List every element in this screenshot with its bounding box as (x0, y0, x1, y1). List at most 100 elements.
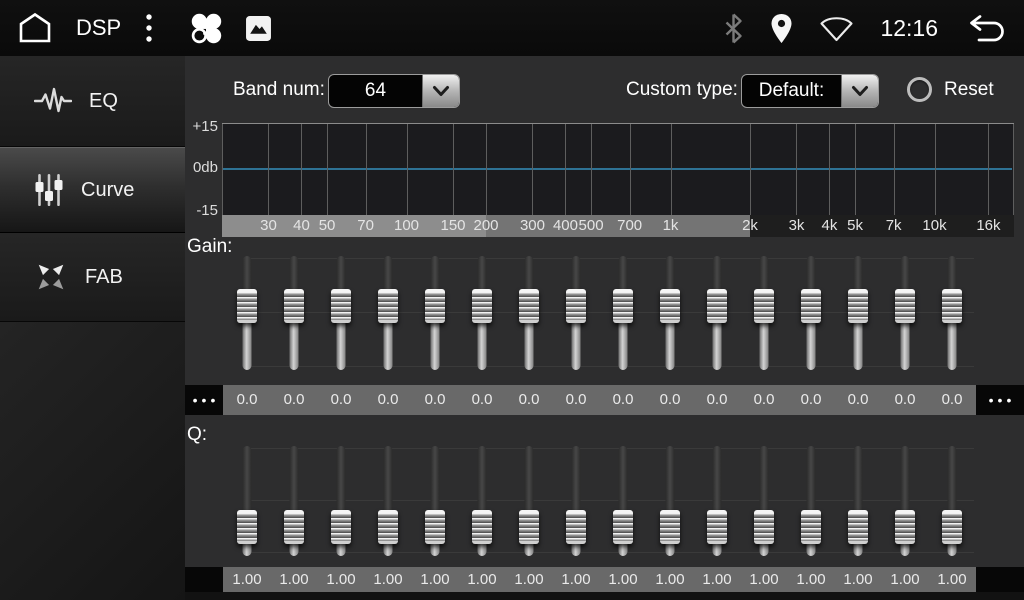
freq-tick-label: 1k (663, 215, 679, 237)
gain-slider-thumb[interactable] (754, 289, 774, 323)
q-slider[interactable] (846, 444, 870, 558)
gain-slider-thumb[interactable] (425, 289, 445, 323)
home-icon[interactable] (14, 10, 56, 46)
q-slider-thumb[interactable] (848, 510, 868, 544)
q-slider[interactable] (611, 444, 635, 558)
sidebar-item-curve[interactable]: Curve (0, 147, 185, 233)
gain-slider[interactable] (517, 254, 541, 372)
gain-slider-thumb[interactable] (707, 289, 727, 323)
gain-value: 0.0 (378, 385, 399, 415)
q-slider[interactable] (658, 444, 682, 558)
reset-radio[interactable] (907, 77, 932, 102)
gain-slider[interactable] (893, 254, 917, 372)
freq-tick-label: 150 (441, 215, 466, 237)
gallery-icon[interactable] (245, 15, 272, 42)
back-icon[interactable] (964, 11, 1010, 45)
gain-slider-thumb[interactable] (566, 289, 586, 323)
gain-slider-thumb[interactable] (895, 289, 915, 323)
y-tick-plus15: +15 (185, 118, 218, 135)
gain-scroll-left-button[interactable]: ••• (185, 385, 223, 415)
q-slider[interactable] (470, 444, 494, 558)
q-slider[interactable] (940, 444, 964, 558)
gain-slider-thumb[interactable] (660, 289, 680, 323)
q-slider-thumb[interactable] (519, 510, 539, 544)
gain-slider[interactable] (846, 254, 870, 372)
q-slider-thumb[interactable] (613, 510, 633, 544)
gain-slider-thumb[interactable] (613, 289, 633, 323)
q-slider-thumb[interactable] (801, 510, 821, 544)
freq-tick-label: 400 (553, 215, 578, 237)
gain-slider-thumb[interactable] (801, 289, 821, 323)
freq-tick-label: 7k (886, 215, 902, 237)
q-slider[interactable] (799, 444, 823, 558)
gain-scroll-right-button[interactable]: ••• (976, 385, 1024, 415)
band-num-dropdown[interactable]: 64 (328, 74, 460, 108)
q-slider[interactable] (564, 444, 588, 558)
gain-slider[interactable] (235, 254, 259, 372)
gain-slider-thumb[interactable] (942, 289, 962, 323)
overflow-menu-icon[interactable] (145, 13, 153, 43)
q-scroll-left-button[interactable] (185, 567, 223, 592)
chevron-down-icon[interactable] (422, 75, 459, 107)
gain-slider[interactable] (282, 254, 306, 372)
apps-clover-icon[interactable] (187, 9, 225, 47)
gain-slider-thumb[interactable] (331, 289, 351, 323)
sidebar-item-fab[interactable]: FAB (0, 233, 185, 322)
gain-slider-thumb[interactable] (378, 289, 398, 323)
q-value: 1.00 (467, 567, 496, 592)
gain-slider-thumb[interactable] (284, 289, 304, 323)
q-slider-thumb[interactable] (566, 510, 586, 544)
freq-tick-label: 4k (822, 215, 838, 237)
gain-slider[interactable] (470, 254, 494, 372)
gain-slider[interactable] (564, 254, 588, 372)
q-slider[interactable] (752, 444, 776, 558)
q-slider-thumb[interactable] (237, 510, 257, 544)
gain-slider[interactable] (799, 254, 823, 372)
gridline (894, 124, 895, 215)
q-slider-thumb[interactable] (425, 510, 445, 544)
q-slider-thumb[interactable] (331, 510, 351, 544)
gain-slider[interactable] (611, 254, 635, 372)
status-bar: DSP (0, 0, 1024, 56)
q-slider-thumb[interactable] (942, 510, 962, 544)
q-value: 1.00 (890, 567, 919, 592)
q-slider[interactable] (517, 444, 541, 558)
q-slider[interactable] (893, 444, 917, 558)
gain-slider[interactable] (752, 254, 776, 372)
q-slider[interactable] (705, 444, 729, 558)
q-slider-thumb[interactable] (660, 510, 680, 544)
q-slider-thumb[interactable] (284, 510, 304, 544)
q-slider-thumb[interactable] (472, 510, 492, 544)
q-scroll-right-button[interactable] (976, 567, 1024, 592)
gain-slider-thumb[interactable] (237, 289, 257, 323)
gridline (750, 124, 751, 215)
gain-slider-thumb[interactable] (472, 289, 492, 323)
q-slider[interactable] (329, 444, 353, 558)
q-value: 1.00 (655, 567, 684, 592)
reset-label: Reset (944, 79, 994, 101)
sidebar-item-label: EQ (89, 90, 118, 113)
q-slider[interactable] (235, 444, 259, 558)
q-slider-thumb[interactable] (707, 510, 727, 544)
gridline (829, 124, 830, 215)
custom-type-dropdown[interactable]: Default: (741, 74, 879, 108)
q-slider[interactable] (423, 444, 447, 558)
q-value: 1.00 (420, 567, 449, 592)
gain-slider[interactable] (940, 254, 964, 372)
gain-slider[interactable] (329, 254, 353, 372)
q-slider-thumb[interactable] (754, 510, 774, 544)
chevron-down-icon[interactable] (841, 75, 878, 107)
sidebar-item-eq[interactable]: EQ (0, 56, 185, 147)
q-value: 1.00 (608, 567, 637, 592)
gain-slider[interactable] (658, 254, 682, 372)
gain-slider-thumb[interactable] (848, 289, 868, 323)
q-slider-thumb[interactable] (378, 510, 398, 544)
q-slider-thumb[interactable] (895, 510, 915, 544)
q-slider[interactable] (282, 444, 306, 558)
gain-slider[interactable] (705, 254, 729, 372)
q-slider[interactable] (376, 444, 400, 558)
gain-slider[interactable] (423, 254, 447, 372)
sidebar: EQ Curve (0, 56, 185, 600)
gain-slider-thumb[interactable] (519, 289, 539, 323)
gain-slider[interactable] (376, 254, 400, 372)
